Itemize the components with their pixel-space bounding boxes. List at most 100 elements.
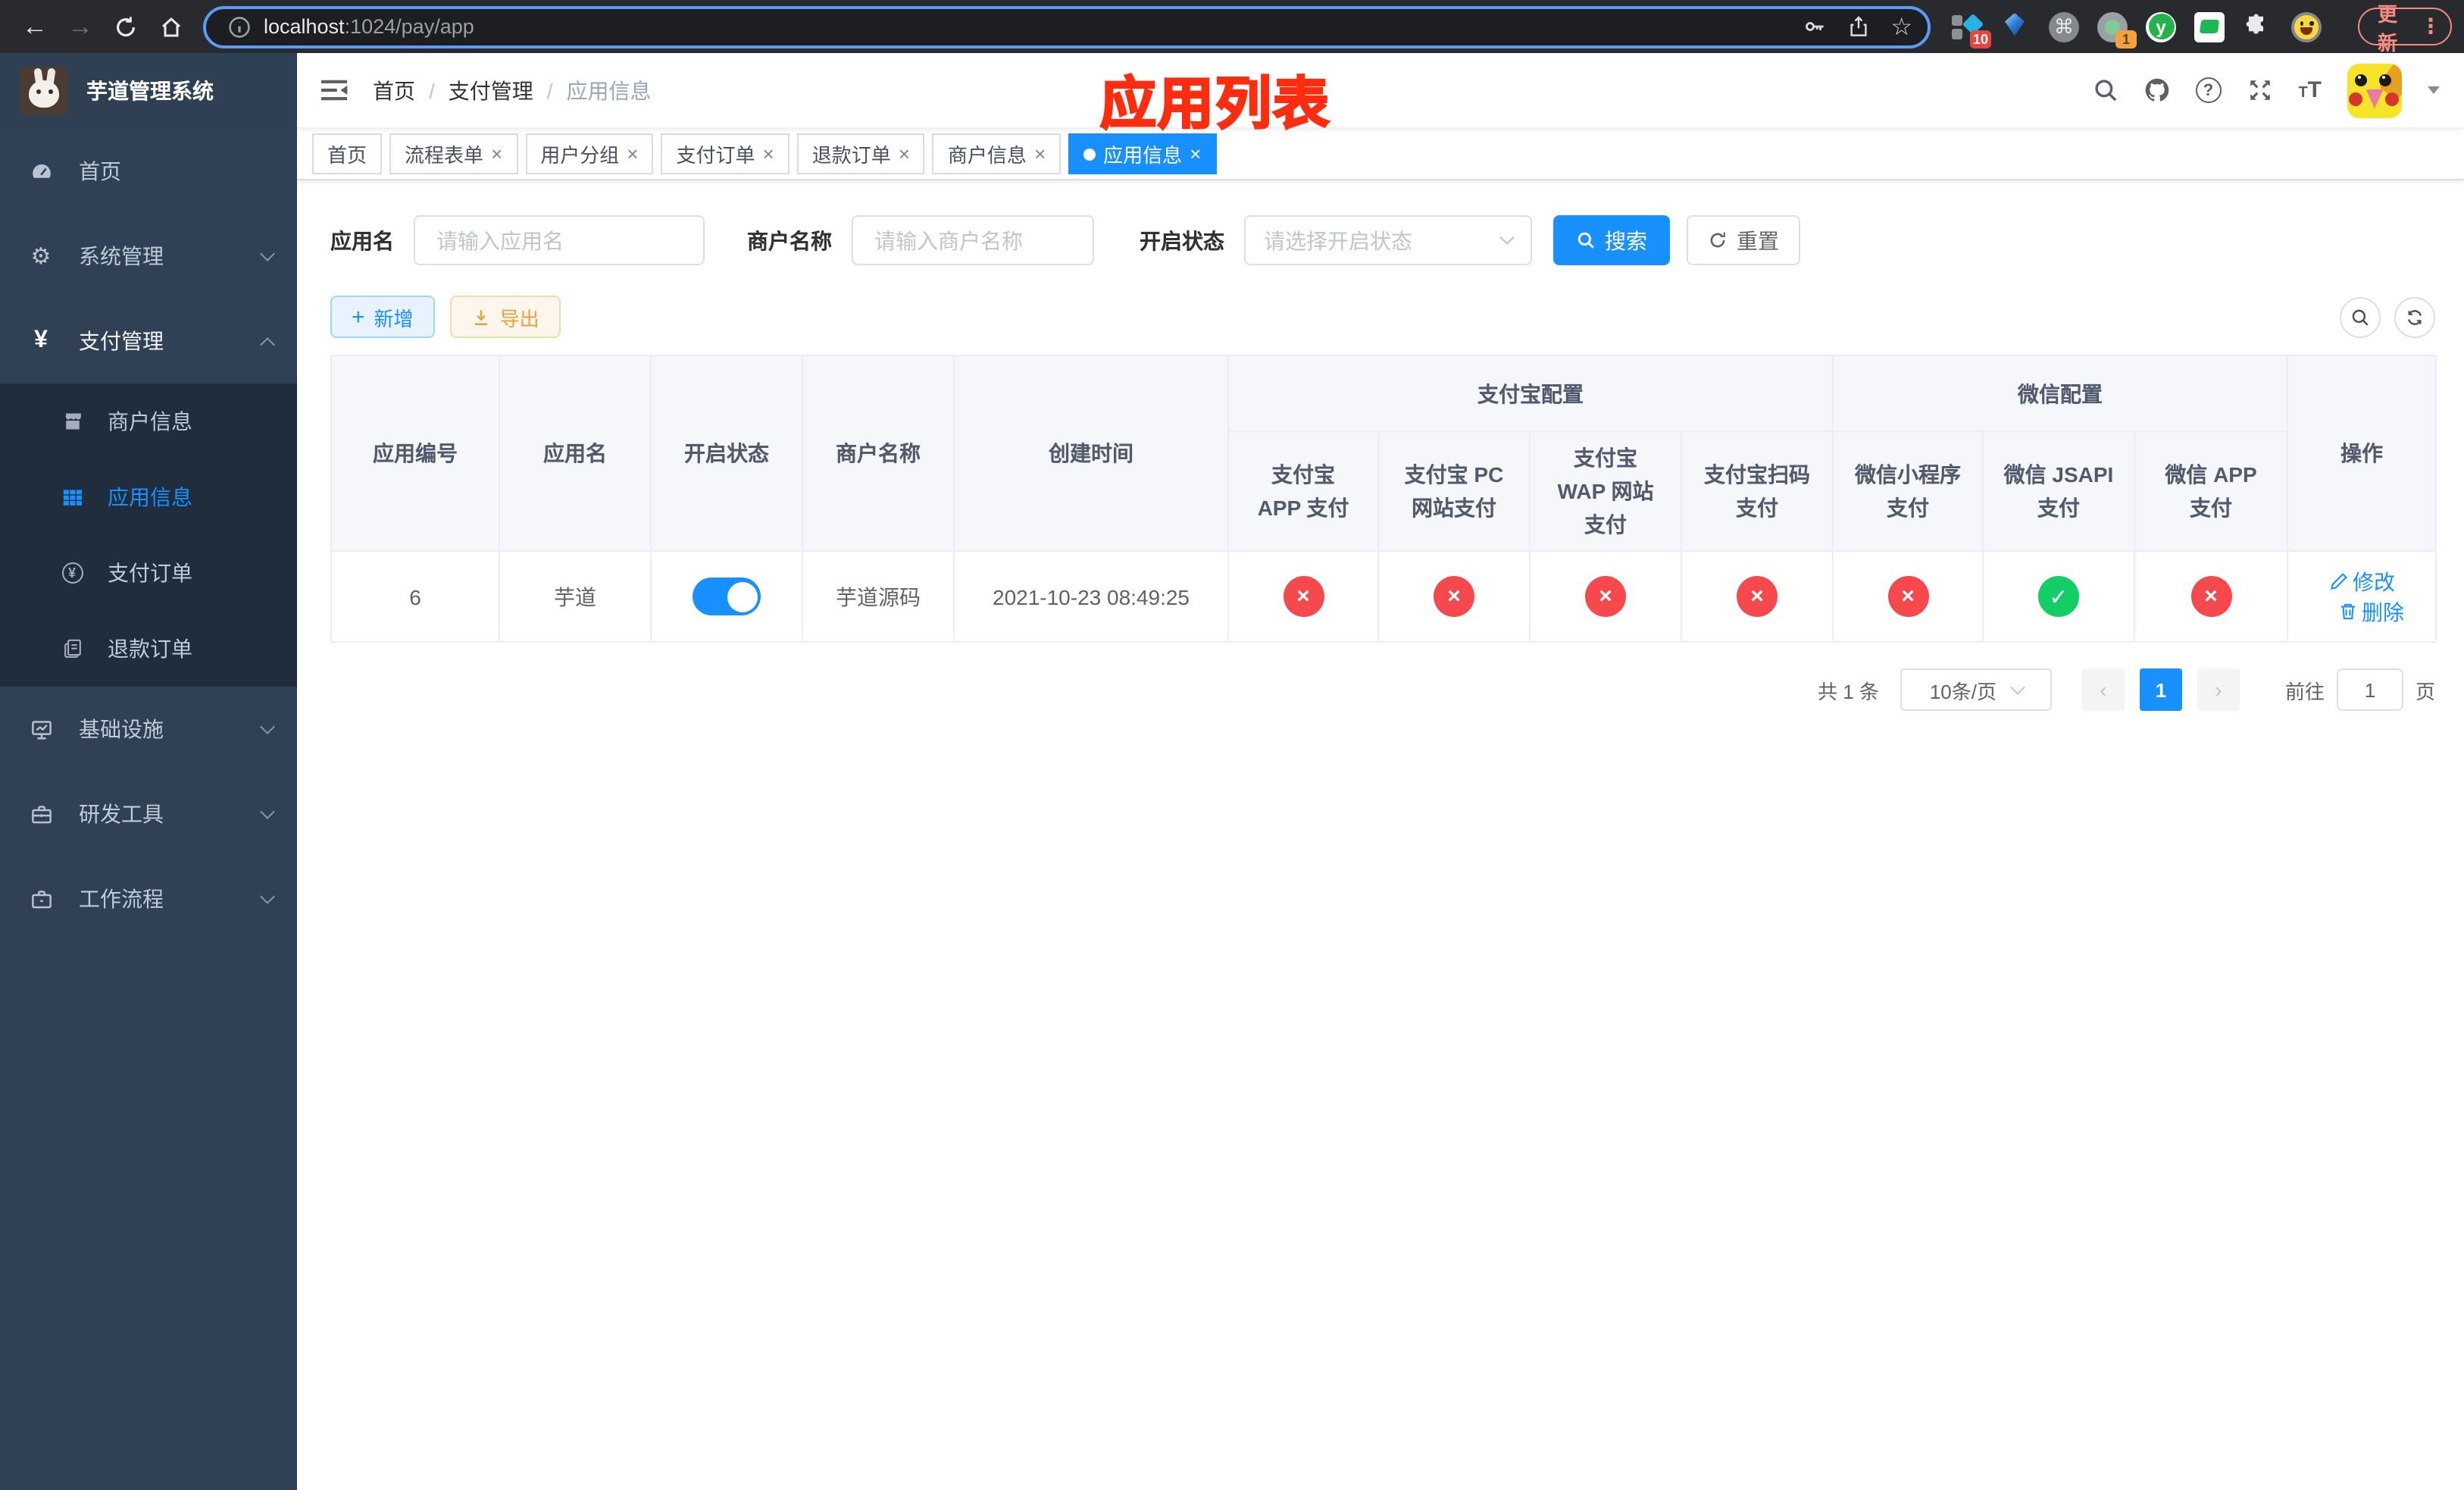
prev-page-button[interactable]: ‹ (2081, 668, 2125, 711)
chevron-up-icon (260, 337, 275, 352)
app-table: 应用编号 应用名 开启状态 商户名称 创建时间 支付宝配置 微信配置 操作 支付… (330, 355, 2437, 643)
sidebar-item-dev-tools[interactable]: 研发工具 (0, 772, 297, 856)
tab-pay-order[interactable]: 支付订单 × (661, 133, 790, 174)
browser-menu-icon[interactable]: ⋮ (2420, 14, 2441, 39)
browser-back-icon[interactable]: ← (12, 5, 58, 48)
tab-close-icon[interactable]: × (899, 142, 910, 165)
toggle-search-button[interactable] (2340, 296, 2381, 337)
password-key-icon[interactable] (1803, 15, 1825, 38)
goto-label: 前往 (2284, 680, 2325, 703)
col-header-alipay-pc: 支付宝 PC 网站支付 (1377, 430, 1531, 552)
page-size-select[interactable]: 10条/页 (1900, 668, 2052, 711)
address-bar[interactable]: localhost:1024/pay/app ☆ (203, 5, 1931, 48)
extensions-row: 10 ⌘ 1 y 更新 ⋮ (1952, 2, 2452, 54)
sidebar-item-infra[interactable]: 基础设施 (0, 687, 297, 772)
browser-update-button[interactable]: 更新 ⋮ (2358, 2, 2452, 54)
avatar[interactable] (2347, 63, 2402, 117)
y-logo-extension-icon[interactable]: y (2146, 11, 2176, 42)
share-icon[interactable] (1846, 15, 1869, 38)
cell-merchant: 芋道源码 (802, 550, 955, 643)
tab-merchant-info[interactable]: 商户信息 × (932, 133, 1062, 174)
edit-link[interactable]: 修改 (2328, 566, 2395, 596)
tab-close-icon[interactable]: × (1190, 142, 1201, 165)
url-text[interactable]: localhost:1024/pay/app (264, 15, 1803, 38)
alipay-app-status-icon: × (1283, 576, 1324, 617)
github-icon[interactable] (2143, 77, 2169, 103)
cell-id: 6 (330, 550, 500, 643)
merchant-name-input[interactable] (852, 215, 1094, 265)
table-row: 6 芋道 芋道源码 2021-10-23 08:49:25 × × × × × … (330, 550, 2437, 643)
refresh-table-button[interactable] (2394, 296, 2435, 337)
fullscreen-icon[interactable] (2247, 77, 2272, 103)
gem-extension-icon[interactable] (2000, 11, 2031, 42)
grid-icon (61, 486, 83, 509)
sidebar-item-app-info[interactable]: 应用信息 (0, 459, 297, 535)
tab-close-icon[interactable]: × (491, 142, 502, 165)
sidebar-item-pay-order[interactable]: ¥ 支付订单 (0, 535, 297, 611)
chevron-down-icon (260, 246, 275, 261)
browser-forward-icon[interactable]: → (58, 5, 103, 48)
sidebar-item-refund-order[interactable]: 退款订单 (0, 611, 297, 687)
status-select[interactable]: 请选择开启状态 (1244, 215, 1532, 265)
chevron-down-icon (260, 719, 275, 734)
chat-extension-icon[interactable] (2194, 11, 2225, 42)
enabled-toggle[interactable] (693, 578, 761, 615)
sidebar-item-merchant-info[interactable]: 商户信息 (0, 383, 297, 459)
tab-user-group[interactable]: 用户分组 × (525, 133, 654, 174)
search-icon (2352, 308, 2369, 325)
chevron-down-icon (1499, 230, 1515, 245)
browser-home-icon[interactable] (149, 5, 194, 48)
sidebar-item-pay[interactable]: ¥ 支付管理 (0, 299, 297, 383)
avatar-dropdown-icon[interactable] (2428, 86, 2440, 94)
tab-close-icon[interactable]: × (1034, 142, 1046, 165)
goto-page-input[interactable] (2336, 668, 2403, 711)
col-header-merchant: 商户名称 (802, 355, 955, 552)
font-size-icon[interactable]: TT (2298, 77, 2322, 103)
page-number-1[interactable]: 1 (2139, 668, 2182, 711)
col-header-wx-lite: 微信小程序支付 (1832, 430, 1984, 552)
search-button[interactable]: 搜索 (1553, 215, 1670, 265)
help-icon[interactable]: ? (2195, 77, 2222, 103)
refresh-icon (2408, 309, 2422, 324)
bookmark-star-icon[interactable]: ☆ (1890, 11, 1912, 42)
sidebar-logo[interactable]: 芋道管理系统 (0, 53, 297, 129)
next-page-button[interactable]: › (2197, 668, 2240, 711)
tab-app-info[interactable]: 应用信息 × (1068, 133, 1217, 174)
tab-home[interactable]: 首页 (312, 133, 383, 174)
document-icon (61, 637, 83, 660)
col-header-alipay-wap: 支付宝 WAP 网站支付 (1529, 430, 1682, 552)
tab-close-icon[interactable]: × (627, 142, 638, 165)
sidebar-item-label: 支付订单 (108, 561, 192, 585)
sidebar-item-label: 系统管理 (79, 244, 164, 268)
sidebar-collapse-icon[interactable] (320, 77, 349, 103)
site-info-icon[interactable] (227, 14, 252, 39)
sidebar-item-workflow[interactable]: 工作流程 (0, 856, 297, 941)
tab-close-icon[interactable]: × (763, 142, 774, 165)
tab-refund-order[interactable]: 退款订单 × (796, 133, 925, 174)
browser-window: ← → localhost:1024/pay/app ☆ 10 ⌘ 1 y 更新… (0, 0, 2464, 1490)
capture-extension-icon[interactable]: 1 (2097, 11, 2137, 48)
table-toolbar: + 新增 导出 (330, 296, 2435, 338)
sidebar-item-home[interactable]: 首页 (0, 129, 297, 214)
add-button[interactable]: + 新增 (330, 296, 435, 338)
search-icon[interactable] (2092, 77, 2118, 103)
translate-extension-icon[interactable]: 10 (1952, 11, 1991, 48)
sidebar-item-system[interactable]: ⚙ 系统管理 (0, 214, 297, 299)
cell-name: 芋道 (499, 550, 652, 643)
sidebar-item-label: 应用信息 (108, 485, 192, 509)
browser-reload-icon[interactable] (103, 5, 149, 48)
top-navbar: 首页 / 支付管理 / 应用信息 应用列表 ? TT (297, 53, 2464, 136)
col-group-alipay: 支付宝配置 (1227, 355, 1834, 432)
emoji-extension-icon[interactable] (2291, 11, 2322, 42)
command-extension-icon[interactable]: ⌘ (2049, 11, 2079, 42)
extensions-puzzle-icon[interactable] (2243, 11, 2273, 42)
tab-process-form[interactable]: 流程表单 × (389, 133, 518, 174)
breadcrumb-pay[interactable]: 支付管理 (449, 75, 533, 105)
reset-button[interactable]: 重置 (1687, 215, 1800, 265)
export-button[interactable]: 导出 (449, 296, 561, 338)
delete-link[interactable]: 删除 (2337, 596, 2404, 627)
total-count: 共 1 条 (1818, 680, 1879, 703)
app-name-input[interactable] (414, 215, 705, 265)
breadcrumb-home[interactable]: 首页 (373, 75, 415, 105)
browser-toolbar: ← → localhost:1024/pay/app ☆ 10 ⌘ 1 y 更新… (0, 0, 2464, 54)
